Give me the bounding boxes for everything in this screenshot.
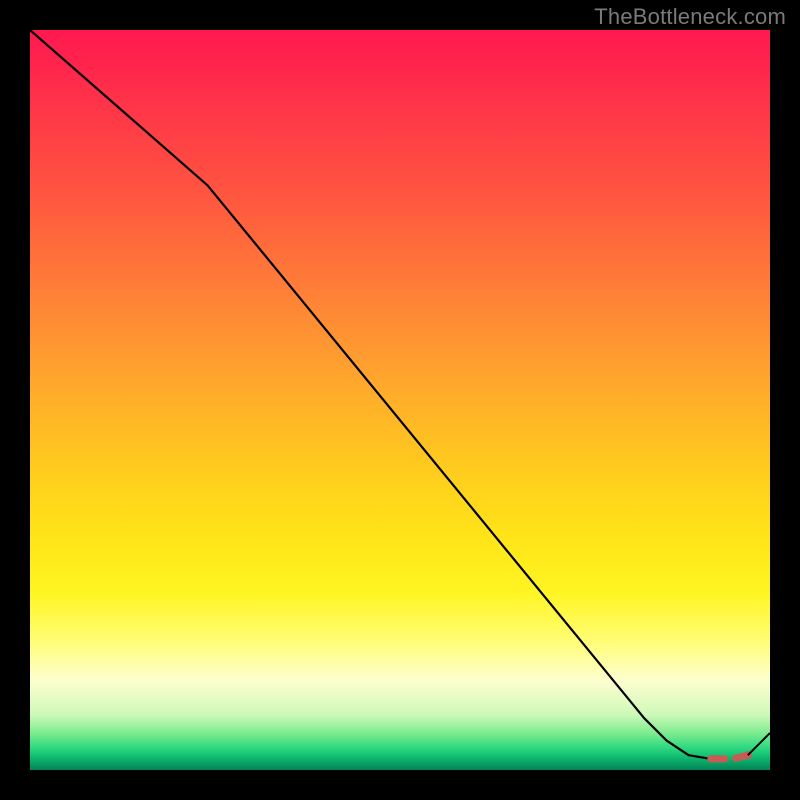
bottleneck-curve-solid [30, 30, 711, 759]
chart-frame: TheBottleneck.com [0, 0, 800, 800]
watermark-text: TheBottleneck.com [594, 4, 786, 30]
chart-line-overlay [30, 30, 770, 770]
bottleneck-curve-tail [748, 733, 770, 755]
bottleneck-curve-dashed [711, 755, 748, 759]
